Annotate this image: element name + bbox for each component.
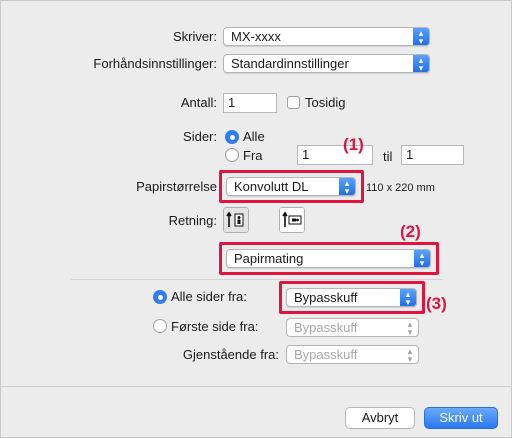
section-menu-highlight: [219, 242, 439, 275]
print-dialog: Skriver: MX-xxxx ▴ ▾ Forhåndsinnstillinge…: [0, 0, 512, 438]
all-pages-radio[interactable]: [153, 290, 167, 304]
divider-bottom: [1, 386, 511, 387]
portrait-icon: [226, 211, 244, 227]
printer-select[interactable]: MX-xxxx ▴ ▾: [223, 27, 430, 46]
pages-to-input[interactable]: 1: [401, 145, 464, 165]
print-button[interactable]: Skriv ut: [424, 407, 498, 429]
presets-select[interactable]: Standardinnstillinger ▴ ▾: [223, 54, 430, 73]
paper-size-highlight: [219, 170, 364, 203]
pages-all-radio[interactable]: [225, 130, 239, 144]
first-page-label: Første side fra:: [171, 319, 259, 334]
printer-label: Skriver:: [172, 29, 217, 44]
portrait-orientation-button[interactable]: [223, 207, 249, 233]
paper-dimensions: 110 x 220 mm: [366, 182, 435, 194]
pages-from-radio[interactable]: [225, 148, 239, 162]
all-pages-label: Alle sider fra:: [171, 289, 247, 304]
annotation-3: (3): [426, 294, 447, 313]
two-sided-label: Tosidig: [305, 95, 346, 110]
remaining-value: Bypasskuff: [294, 347, 358, 362]
orientation-label: Retning:: [168, 213, 217, 228]
presets-label: Forhåndsinnstillinger:: [93, 56, 217, 71]
pages-all-label: Alle: [243, 129, 265, 144]
landscape-icon: [282, 211, 302, 227]
pages-from-label: Fra: [243, 148, 263, 163]
pages-label: Sider:: [183, 129, 217, 144]
chevron-updown-icon: ▴ ▾: [413, 55, 429, 73]
first-page-value: Bypasskuff: [294, 320, 358, 335]
remaining-select[interactable]: Bypasskuff ▴ ▾: [286, 345, 419, 364]
paper-size-label: Papirstørrelse: [136, 179, 217, 194]
copies-input[interactable]: 1: [223, 93, 277, 113]
presets-value: Standardinnstillinger: [231, 56, 349, 71]
cancel-button[interactable]: Avbryt: [345, 407, 415, 429]
two-sided-checkbox[interactable]: [287, 96, 300, 109]
annotation-1: (1): [343, 135, 364, 154]
chevron-updown-icon: ▴ ▾: [413, 28, 429, 46]
divider: [71, 279, 443, 280]
chevron-updown-icon: ▴ ▾: [407, 319, 413, 337]
first-page-radio[interactable]: [153, 319, 167, 333]
all-pages-highlight: [279, 281, 425, 314]
copies-label: Antall:: [180, 95, 217, 110]
pages-to-label: til: [383, 149, 393, 164]
printer-value: MX-xxxx: [231, 29, 281, 44]
annotation-2: (2): [400, 222, 421, 241]
chevron-updown-icon: ▴ ▾: [407, 346, 413, 364]
remaining-label: Gjenstående fra:: [182, 347, 279, 362]
landscape-orientation-button[interactable]: [279, 207, 305, 233]
first-page-select[interactable]: Bypasskuff ▴ ▾: [286, 318, 419, 337]
